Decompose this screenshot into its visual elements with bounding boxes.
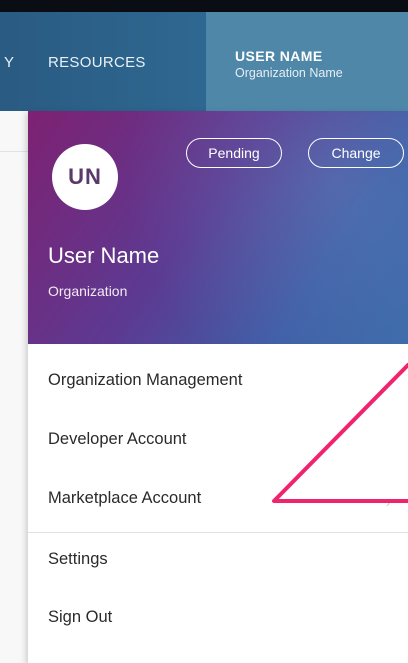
page-divider bbox=[0, 151, 28, 152]
profile-organization: Organization bbox=[48, 283, 128, 299]
nav-item-resources[interactable]: RESOURCES bbox=[48, 54, 146, 71]
user-menu-trigger[interactable]: USER NAME Organization Name bbox=[206, 12, 408, 111]
change-button[interactable]: Change bbox=[308, 138, 404, 168]
profile-header: UN Pending Change User Name Organization bbox=[28, 111, 408, 344]
avatar: UN bbox=[52, 144, 118, 210]
top-navbar: Y RESOURCES USER NAME Organization Name bbox=[0, 12, 408, 111]
avatar-initials: UN bbox=[68, 164, 102, 189]
nav-item-partial[interactable]: Y bbox=[4, 54, 14, 71]
page-background bbox=[0, 111, 28, 663]
menu-divider bbox=[28, 532, 408, 533]
top-strip bbox=[0, 0, 408, 12]
menu-item-sign-out[interactable]: Sign Out bbox=[48, 608, 112, 627]
menu-item-developer-account[interactable]: Developer Account bbox=[48, 430, 187, 449]
user-dropdown-menu: UN Pending Change User Name Organization… bbox=[28, 111, 408, 663]
nav-org-name: Organization Name bbox=[235, 66, 343, 80]
pending-button[interactable]: Pending bbox=[186, 138, 282, 168]
menu-item-organization-management[interactable]: Organization Management bbox=[48, 371, 242, 390]
menu-item-marketplace-account[interactable]: Marketplace Account bbox=[48, 489, 201, 508]
chevron-right-icon: › bbox=[386, 496, 390, 510]
profile-name: User Name bbox=[48, 243, 160, 268]
menu-item-settings[interactable]: Settings bbox=[48, 550, 108, 569]
nav-user-name: USER NAME bbox=[235, 48, 323, 64]
